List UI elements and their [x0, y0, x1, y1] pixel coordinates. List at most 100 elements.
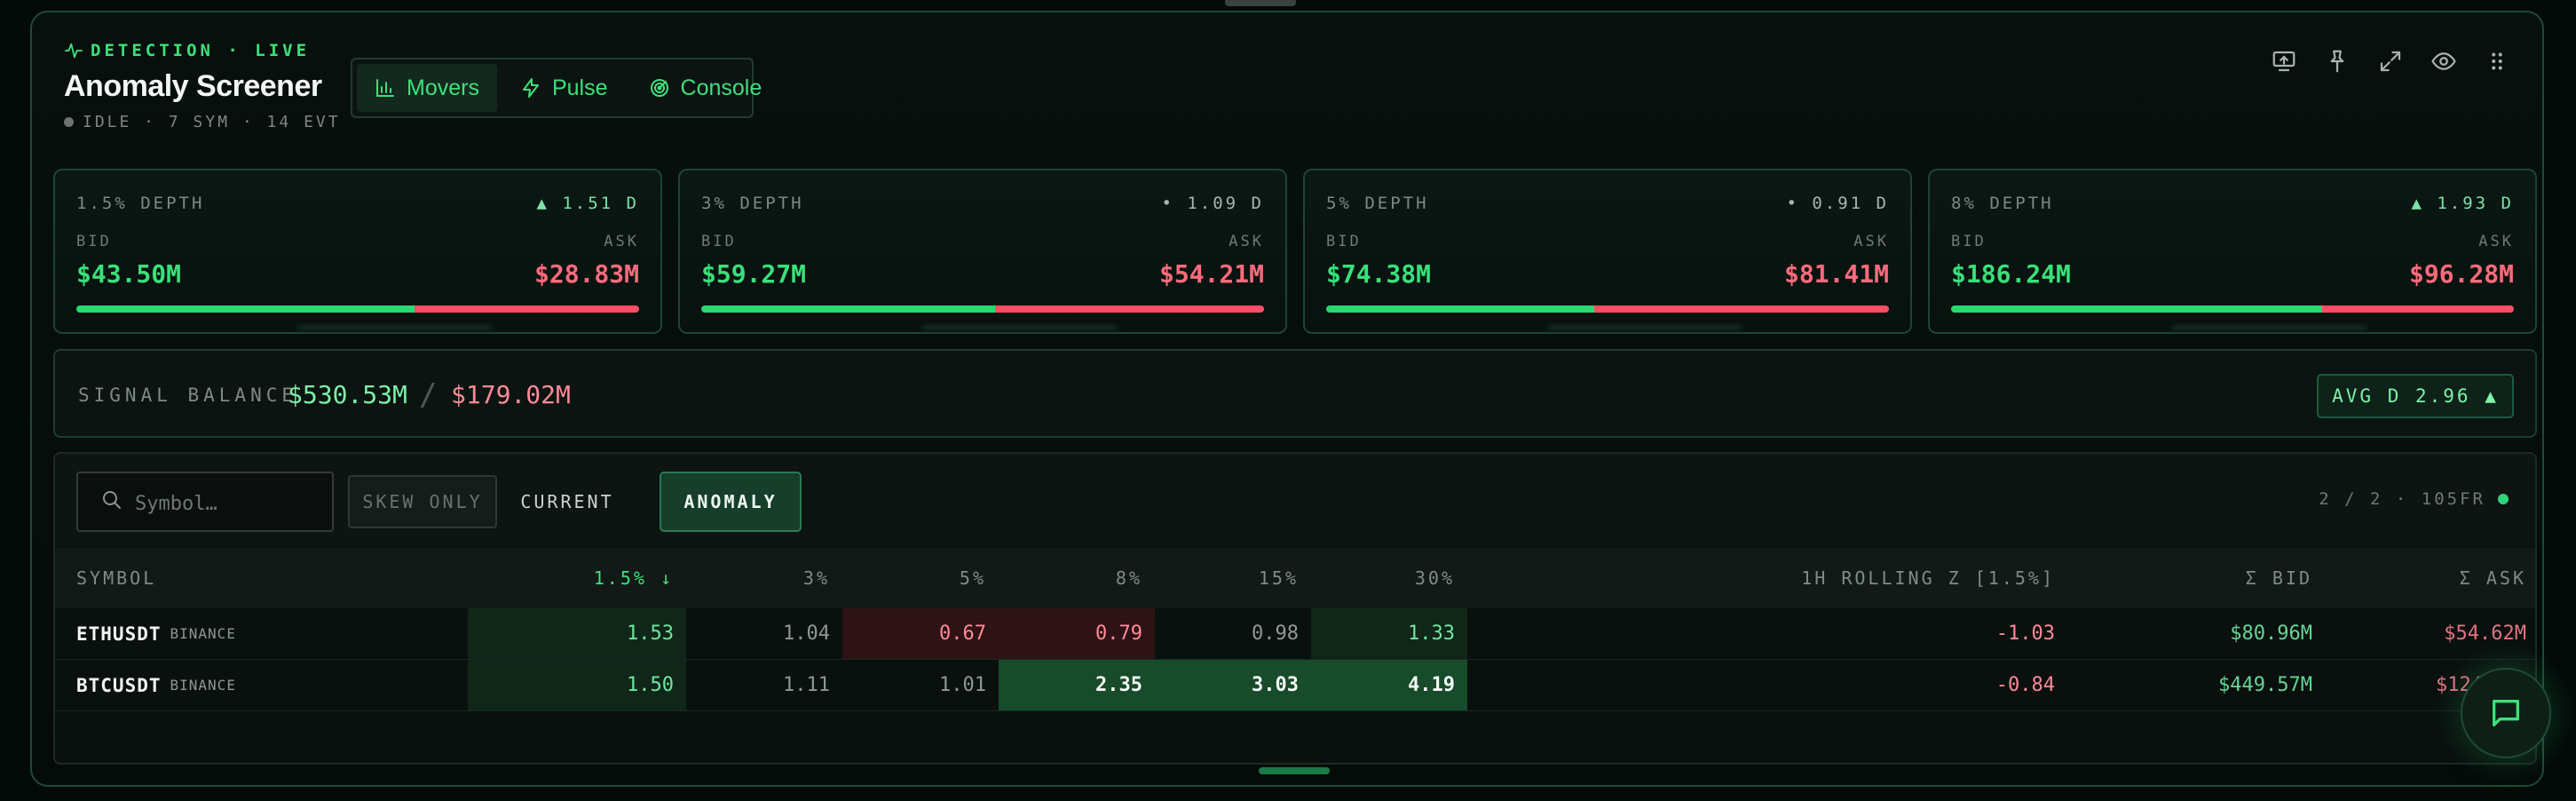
- col-symbol[interactable]: SYMBOL: [55, 548, 410, 608]
- depth-15-cell: 3.03: [1155, 660, 1311, 710]
- depth-5-cell: 0.67: [842, 608, 999, 659]
- depth-label: 1.5% DEPTH: [76, 194, 205, 213]
- depth-5-cell: 1.01: [939, 674, 986, 696]
- bid-label: BID: [1951, 233, 1987, 250]
- depth-card[interactable]: 8% DEPTH ▲ 1.93 D BID ASK $186.24M $96.28M: [1928, 169, 2537, 334]
- depth-delta: ▲ 1.93 D: [2411, 194, 2514, 213]
- depth-balance-bar: [1951, 305, 2514, 313]
- pin-icon[interactable]: [2322, 46, 2352, 76]
- table-row[interactable]: BTCUSDT BINANCE 1.50 1.11 1.01 2.35 3.03…: [55, 660, 2535, 711]
- depth-card[interactable]: 1.5% DEPTH ▲ 1.51 D BID ASK $43.50M $28.83M: [53, 169, 662, 334]
- depth-delta: ▲ 1.51 D: [536, 194, 639, 213]
- depth-balance-bar: [1326, 305, 1889, 313]
- tab-pulse[interactable]: Pulse: [502, 64, 626, 112]
- card-glow: [1546, 325, 1742, 330]
- ask-label: ASK: [604, 233, 639, 250]
- tab-movers-label: Movers: [407, 75, 479, 100]
- ask-label: ASK: [2478, 233, 2514, 250]
- search-input[interactable]: Symbol…: [76, 472, 334, 532]
- bottom-resize-handle[interactable]: [1259, 767, 1330, 774]
- balance-ask: $179.02M: [451, 380, 571, 409]
- col-rolling-z[interactable]: 1H ROLLING Z [1.5%]: [1467, 548, 2067, 608]
- header: DETECTION · LIVE Anomaly Screener IDLE ·…: [64, 41, 341, 131]
- card-glow: [921, 325, 1118, 330]
- exchange-name: BINANCE: [170, 625, 236, 642]
- ask-value: $54.21M: [1158, 259, 1264, 289]
- status-text: IDLE · 7 SYM · 14 EVT: [83, 113, 341, 131]
- pulse-icon: [64, 43, 83, 59]
- ask-bar: [415, 305, 639, 313]
- depth-card[interactable]: 5% DEPTH • 0.91 D BID ASK $74.38M $81.41M: [1303, 169, 1912, 334]
- bid-value: $74.38M: [1326, 259, 1432, 289]
- depth-3-cell: 1.04: [783, 623, 830, 645]
- ask-value: $28.83M: [533, 259, 639, 289]
- depth-1-5-cell: 1.53: [468, 608, 686, 659]
- col-depth-30[interactable]: 30%: [1311, 548, 1467, 608]
- bid-bar: [1951, 305, 2322, 313]
- eyebrow: DETECTION · LIVE: [64, 41, 341, 60]
- radar-icon: [650, 79, 668, 97]
- col-sum-ask[interactable]: Σ ASK: [2325, 548, 2535, 608]
- skew-only-button[interactable]: SKEW ONLY: [348, 475, 497, 528]
- status-line: IDLE · 7 SYM · 14 EVT: [64, 113, 341, 131]
- depth-delta: • 1.09 D: [1161, 194, 1264, 213]
- rolling-z-cell: -1.03: [1995, 623, 2055, 645]
- ask-label: ASK: [1853, 233, 1889, 250]
- bid-value: $43.50M: [76, 259, 182, 289]
- expand-icon[interactable]: [2375, 46, 2406, 76]
- col-depth-3[interactable]: 3%: [686, 548, 842, 608]
- chat-icon: [2493, 700, 2519, 726]
- filter-bar: Symbol… SKEW ONLY CURRENT ANOMALY 2 / 2 …: [55, 454, 2535, 546]
- anomaly-button[interactable]: ANOMALY: [660, 472, 802, 532]
- signal-balance: SIGNAL BALANCE $530.53M / $179.02M AVG D…: [53, 349, 2537, 438]
- current-button[interactable]: CURRENT: [511, 475, 623, 528]
- bid-label: BID: [1326, 233, 1362, 250]
- col-depth-5[interactable]: 5%: [842, 548, 999, 608]
- depth-label: 5% DEPTH: [1326, 194, 1429, 213]
- table-header: SYMBOL 1.5% ↓ 3% 5% 8% 15% 30% 1H ROLLIN…: [55, 548, 2535, 608]
- tab-movers[interactable]: Movers: [357, 64, 497, 112]
- chat-button[interactable]: [2461, 668, 2551, 758]
- depth-balance-bar: [76, 305, 639, 313]
- lightning-icon: [522, 78, 539, 98]
- depth-30-cell: 4.19: [1311, 660, 1467, 710]
- page-info: 2 / 2 · 105FR: [2319, 489, 2509, 509]
- depth-balance-bar: [701, 305, 1264, 313]
- symbol-name: ETHUSDT: [76, 623, 162, 645]
- balance-separator: /: [419, 377, 438, 413]
- col-depth-15[interactable]: 15%: [1155, 548, 1311, 608]
- page-title: Anomaly Screener: [64, 69, 322, 103]
- ask-bar: [1594, 305, 1889, 313]
- card-glow: [296, 325, 493, 330]
- tab-console[interactable]: Console: [631, 64, 780, 112]
- exchange-name: BINANCE: [170, 677, 236, 694]
- depth-delta: • 0.91 D: [1786, 194, 1889, 213]
- rolling-z-cell: -0.84: [1995, 674, 2055, 696]
- ask-value: $96.28M: [2408, 259, 2514, 289]
- tab-pulse-label: Pulse: [551, 75, 608, 100]
- cast-icon[interactable]: [2269, 46, 2299, 76]
- depth-card[interactable]: 3% DEPTH • 1.09 D BID ASK $59.27M $54.21M: [678, 169, 1287, 334]
- table-row[interactable]: ETHUSDT BINANCE 1.53 1.04 0.67 0.79 0.98…: [55, 608, 2535, 660]
- depth-3-cell: 1.11: [783, 674, 830, 696]
- bid-label: BID: [701, 233, 737, 250]
- col-depth-1-5[interactable]: 1.5% ↓: [468, 548, 686, 608]
- symbol-cell: BTCUSDT BINANCE: [55, 660, 410, 710]
- search-placeholder: Symbol…: [135, 493, 217, 515]
- col-depth-8[interactable]: 8%: [999, 548, 1155, 608]
- top-drag-handle[interactable]: [1225, 0, 1296, 6]
- bid-bar: [1326, 305, 1595, 313]
- drag-handle-icon[interactable]: [2482, 46, 2512, 76]
- balance-label: SIGNAL BALANCE: [78, 385, 298, 406]
- screener-table-section: Symbol… SKEW ONLY CURRENT ANOMALY 2 / 2 …: [53, 452, 2537, 765]
- sum-bid-cell: $80.96M: [2230, 623, 2312, 645]
- ask-label: ASK: [1229, 233, 1264, 250]
- window-toolbar: [2269, 46, 2512, 76]
- page-info-text: 2 / 2 · 105FR: [2319, 489, 2485, 509]
- sum-ask-cell: $54.62M: [2444, 623, 2526, 645]
- avg-delta-badge[interactable]: AVG D 2.96 ▲: [2317, 374, 2514, 418]
- tab-console-label: Console: [680, 75, 763, 100]
- col-sum-bid[interactable]: Σ BID: [2067, 548, 2325, 608]
- eye-icon[interactable]: [2429, 46, 2459, 76]
- symbol-cell: ETHUSDT BINANCE: [55, 608, 410, 659]
